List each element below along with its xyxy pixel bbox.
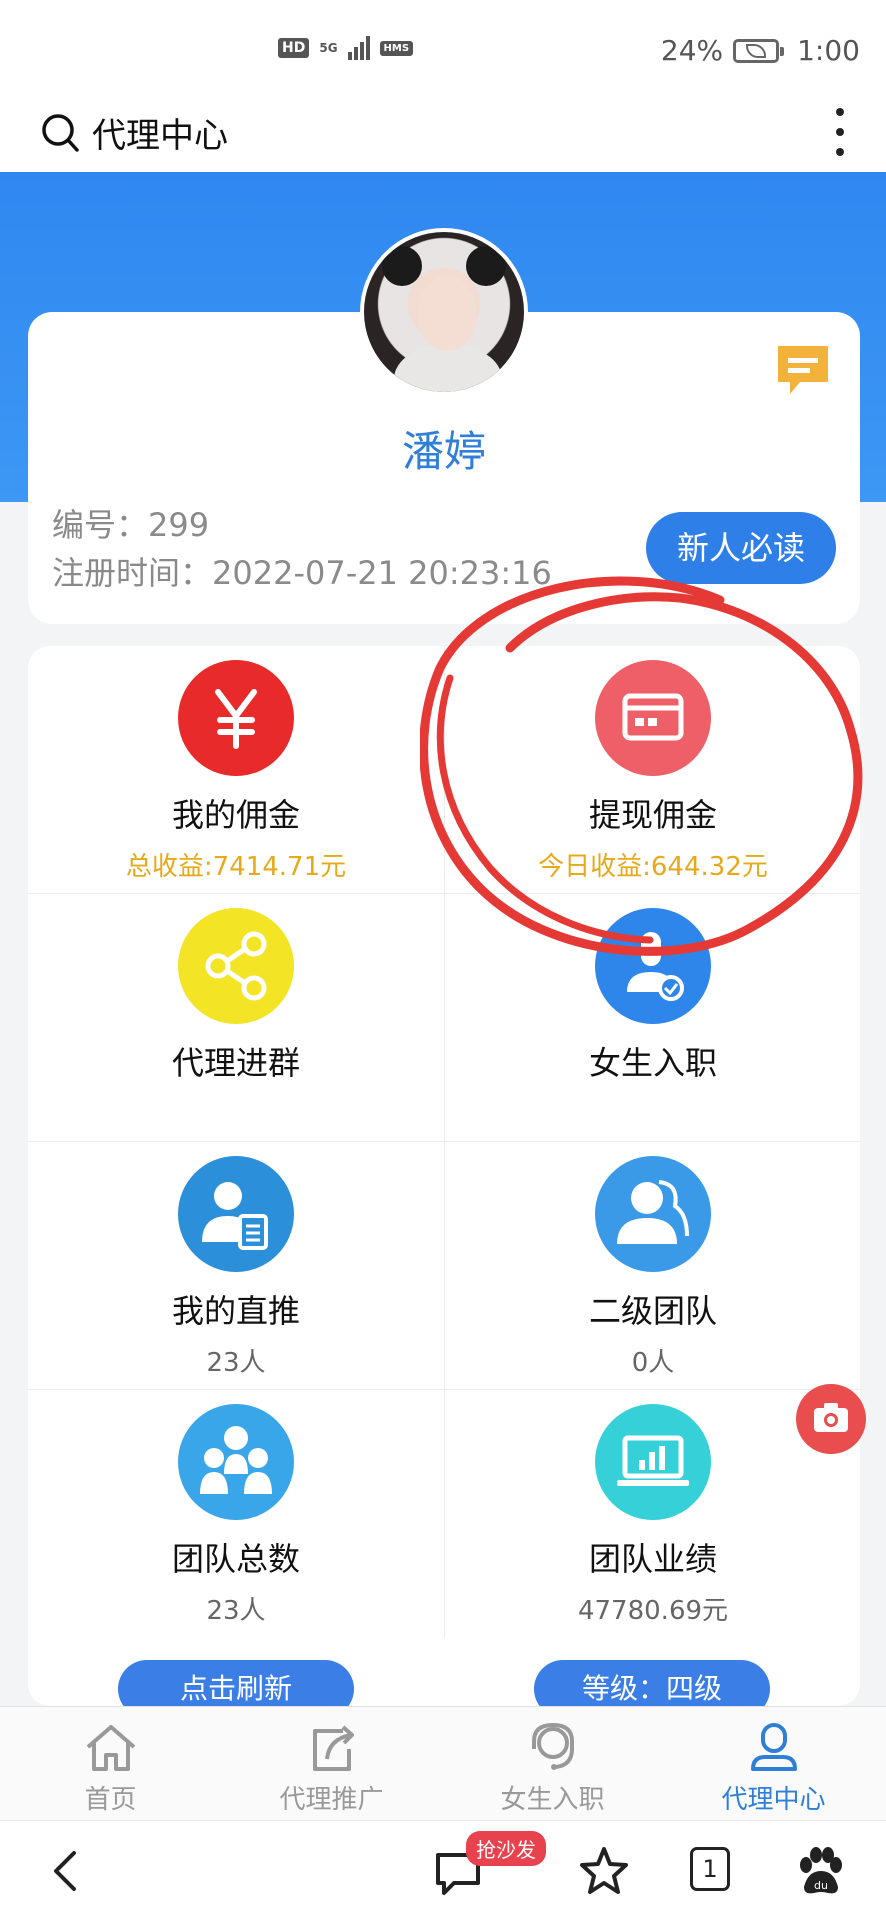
more-vertical-icon[interactable] <box>834 108 846 156</box>
nav-label: 代理推广 <box>279 1785 384 1815</box>
nav-item-home[interactable]: 首页 <box>0 1707 221 1821</box>
nav-item-agent-promotion[interactable]: 代理推广 <box>221 1707 442 1821</box>
hd-badge: HD <box>278 38 310 58</box>
status-bar: HD 5G HMS 24% 1:00 <box>0 0 886 96</box>
baidu-logo-text: du <box>814 1879 828 1892</box>
hms-badge: HMS <box>379 40 414 56</box>
tabs-button[interactable]: 1 <box>690 1847 730 1891</box>
grid-item-label: 二级团队 <box>588 1292 717 1330</box>
sofa-badge: 抢沙发 <box>466 1831 546 1866</box>
yuan-icon <box>178 660 294 776</box>
share-icon <box>178 908 294 1024</box>
grid-item-label: 女生入职 <box>588 1044 717 1082</box>
grid-item-label: 代理进群 <box>171 1044 300 1082</box>
grid-item-second-level-team[interactable]: 二级团队 0人 <box>444 1142 860 1390</box>
group-icon <box>178 1404 294 1520</box>
users-icon <box>595 1156 711 1272</box>
card-icon <box>595 660 711 776</box>
share-arrow-icon <box>313 1725 354 1771</box>
camera-button[interactable] <box>796 1384 866 1454</box>
battery-percent: 24% <box>660 34 724 67</box>
battery-icon <box>733 38 785 63</box>
star-icon[interactable] <box>576 1843 632 1899</box>
grid-item-label: 我的佣金 <box>171 796 300 834</box>
user-doc-icon <box>178 1156 294 1272</box>
baidu-paw-icon[interactable]: du <box>792 1843 848 1899</box>
message-icon[interactable] <box>772 340 834 402</box>
avatar[interactable] <box>360 228 528 396</box>
grid-item-team-total[interactable]: 团队总数 23人 <box>28 1390 444 1638</box>
laptop-chart-icon <box>595 1404 711 1520</box>
user-check-icon <box>595 908 711 1024</box>
refresh-button[interactable]: 点击刷新 <box>118 1660 354 1706</box>
grid-item-value: 23人 <box>206 1596 266 1626</box>
grid-item-my-commission[interactable]: 我的佣金 总收益:7414.71元 <box>28 646 444 894</box>
title-bar: 代理中心 <box>0 96 886 172</box>
grid-item-label: 团队业绩 <box>588 1540 717 1578</box>
grid-item-agent-group[interactable]: 代理进群 <box>28 894 444 1142</box>
nav-label: 代理中心 <box>721 1785 826 1815</box>
level-badge: 等级：四级 <box>534 1660 770 1706</box>
user-name: 潘婷 <box>401 427 486 476</box>
grid-item-label: 团队总数 <box>171 1540 300 1578</box>
camera-icon <box>814 1403 848 1432</box>
browser-toolbar: 抢沙发 1 du <box>0 1820 886 1920</box>
back-icon[interactable] <box>40 1843 96 1899</box>
search-icon[interactable] <box>40 110 80 154</box>
bottom-nav: 首页 代理推广 女生入职 代理中心 <box>0 1706 886 1820</box>
grid-item-value: 今日收益:644.32元 <box>538 852 768 882</box>
home-icon <box>86 1725 136 1771</box>
headset-icon <box>532 1722 574 1770</box>
network-indicators: HD 5G HMS <box>278 36 414 60</box>
page-title: 代理中心 <box>92 116 228 156</box>
signal-icon <box>347 36 370 60</box>
grid-item-value: 总收益:7414.71元 <box>125 852 347 882</box>
network-label: 5G <box>319 41 338 55</box>
grid-item-value: 0人 <box>631 1348 675 1378</box>
user-id: 编号：299 <box>52 506 210 544</box>
register-time: 注册时间：2022-07-21 20:23:16 <box>52 554 552 592</box>
nav-label: 女生入职 <box>500 1785 605 1815</box>
grid-item-value: 47780.69元 <box>577 1596 729 1626</box>
grid-item-direct-referrals[interactable]: 我的直推 23人 <box>28 1142 444 1390</box>
nav-item-agent-center[interactable]: 代理中心 <box>663 1707 884 1821</box>
newbie-guide-button[interactable]: 新人必读 <box>646 512 836 584</box>
nav-label: 首页 <box>84 1785 137 1815</box>
status-right: 24% 1:00 <box>661 34 860 67</box>
user-icon <box>751 1723 797 1771</box>
feature-grid: 我的佣金 总收益:7414.71元 提现佣金 今日收益:644.32元 代理进群… <box>28 646 860 1706</box>
grid-item-value: 23人 <box>206 1348 266 1378</box>
page: HD 5G HMS 24% 1:00 代理中心 潘婷 编号：299 注册时间：2… <box>0 0 886 1920</box>
grid-item-label: 提现佣金 <box>588 796 717 834</box>
grid-item-female-onboard[interactable]: 女生入职 <box>444 894 860 1142</box>
nav-item-female-onboard[interactable]: 女生入职 <box>442 1707 663 1821</box>
clock: 1:00 <box>797 34 860 67</box>
grid-item-label: 我的直推 <box>171 1292 300 1330</box>
grid-item-withdraw[interactable]: 提现佣金 今日收益:644.32元 <box>444 646 860 894</box>
